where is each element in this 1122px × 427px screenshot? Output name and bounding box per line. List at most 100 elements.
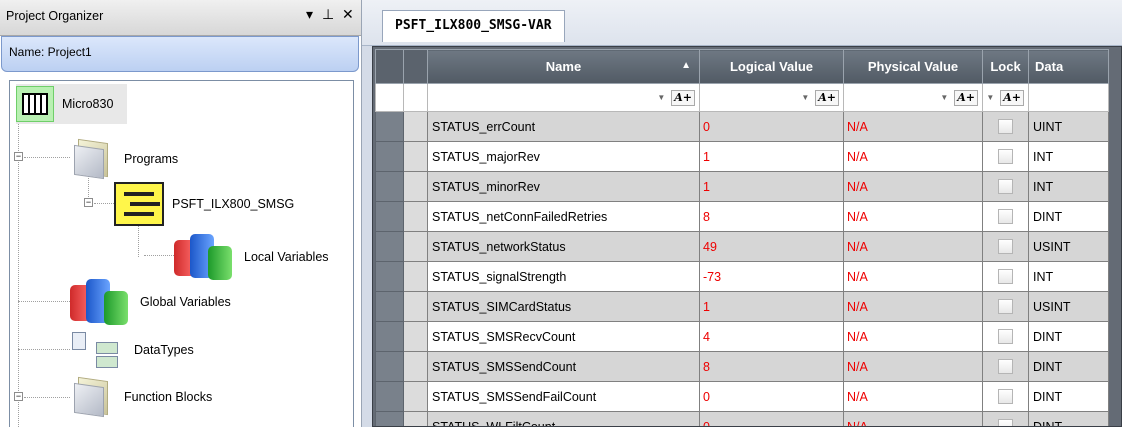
filter-icon[interactable]: A+ <box>815 89 839 106</box>
row-selector[interactable] <box>375 141 404 172</box>
tree-item-datatypes[interactable]: DataTypes <box>70 327 194 373</box>
cell-physical-value[interactable]: N/A <box>843 111 983 142</box>
lock-checkbox[interactable] <box>998 209 1013 225</box>
cell-datatype[interactable]: DINT <box>1028 351 1109 382</box>
filter-dropdown-icon[interactable]: ▼ <box>986 93 994 102</box>
lock-checkbox[interactable] <box>998 239 1013 255</box>
cell-logical-value[interactable]: 8 <box>699 201 844 232</box>
cell-datatype[interactable]: INT <box>1028 141 1109 172</box>
cell-name[interactable]: STATUS_minorRev <box>427 171 700 202</box>
tab-variables[interactable]: PSFT_ILX800_SMSG-VAR <box>382 10 565 42</box>
cell-datatype[interactable]: USINT <box>1028 231 1109 262</box>
lock-checkbox[interactable] <box>998 269 1013 285</box>
table-row[interactable]: STATUS_SMSSendFailCount 0 N/A DINT <box>375 381 1109 412</box>
row-selector[interactable] <box>375 111 404 142</box>
collapse-programs-icon[interactable]: − <box>14 152 23 161</box>
row-selector[interactable] <box>375 261 404 292</box>
dropdown-arrow-icon[interactable]: ▾ <box>306 6 313 23</box>
cell-datatype[interactable]: UINT <box>1028 111 1109 142</box>
table-row[interactable]: STATUS_errCount 0 N/A UINT <box>375 111 1109 142</box>
lock-checkbox[interactable] <box>998 359 1013 375</box>
lock-checkbox[interactable] <box>998 329 1013 345</box>
cell-datatype[interactable]: DINT <box>1028 321 1109 352</box>
column-header-datatype[interactable]: Data <box>1028 49 1109 84</box>
table-row[interactable]: STATUS_netConnFailedRetries 8 N/A DINT <box>375 201 1109 232</box>
cell-datatype[interactable]: USINT <box>1028 291 1109 322</box>
cell-physical-value[interactable]: N/A <box>843 201 983 232</box>
row-selector[interactable] <box>375 291 404 322</box>
tree-item-programs[interactable]: Programs <box>70 137 178 181</box>
cell-name[interactable]: STATUS_WLFiltCount <box>427 411 700 426</box>
cell-datatype[interactable]: DINT <box>1028 381 1109 412</box>
tree-item-controller[interactable]: Micro830 <box>16 84 128 124</box>
table-row[interactable]: STATUS_minorRev 1 N/A INT <box>375 171 1109 202</box>
cell-name[interactable]: STATUS_netConnFailedRetries <box>427 201 700 232</box>
cell-datatype[interactable]: INT <box>1028 261 1109 292</box>
cell-datatype[interactable]: DINT <box>1028 411 1109 426</box>
tree-item-program[interactable]: PSFT_ILX800_SMSG <box>114 181 294 227</box>
cell-logical-value[interactable]: 1 <box>699 171 844 202</box>
cell-logical-value[interactable]: 0 <box>699 411 844 426</box>
column-header-lock[interactable]: Lock <box>982 49 1029 84</box>
cell-physical-value[interactable]: N/A <box>843 411 983 426</box>
filter-icon[interactable]: A+ <box>1000 89 1024 106</box>
row-selector[interactable] <box>375 411 404 426</box>
row-selector[interactable] <box>375 201 404 232</box>
cell-logical-value[interactable]: 8 <box>699 351 844 382</box>
collapse-program-icon[interactable]: − <box>84 198 93 207</box>
filter-icon[interactable]: A+ <box>954 89 978 106</box>
cell-name[interactable]: STATUS_SMSSendCount <box>427 351 700 382</box>
table-row[interactable]: STATUS_SMSSendCount 8 N/A DINT <box>375 351 1109 382</box>
tree-item-global-variables[interactable]: Global Variables <box>70 277 231 327</box>
table-row[interactable]: STATUS_signalStrength -73 N/A INT <box>375 261 1109 292</box>
cell-name[interactable]: STATUS_majorRev <box>427 141 700 172</box>
filter-icon[interactable]: A+ <box>671 89 695 106</box>
tree-item-function-blocks[interactable]: Function Blocks <box>70 375 212 419</box>
table-row[interactable]: STATUS_SMSRecvCount 4 N/A DINT <box>375 321 1109 352</box>
cell-name[interactable]: STATUS_errCount <box>427 111 700 142</box>
filter-dropdown-icon[interactable]: ▼ <box>940 93 948 102</box>
cell-datatype[interactable]: INT <box>1028 171 1109 202</box>
lock-checkbox[interactable] <box>998 119 1013 135</box>
cell-physical-value[interactable]: N/A <box>843 141 983 172</box>
row-selector[interactable] <box>375 231 404 262</box>
cell-physical-value[interactable]: N/A <box>843 291 983 322</box>
cell-name[interactable]: STATUS_SIMCardStatus <box>427 291 700 322</box>
cell-logical-value[interactable]: 49 <box>699 231 844 262</box>
cell-physical-value[interactable]: N/A <box>843 381 983 412</box>
cell-name[interactable]: STATUS_networkStatus <box>427 231 700 262</box>
column-header-logical-value[interactable]: Logical Value <box>699 49 844 84</box>
table-row[interactable]: STATUS_WLFiltCount 0 N/A DINT <box>375 411 1109 426</box>
cell-name[interactable]: STATUS_signalStrength <box>427 261 700 292</box>
column-header-name[interactable]: Name ▲ <box>427 49 700 84</box>
filter-logical[interactable]: ▼ A+ <box>699 83 844 112</box>
filter-dropdown-icon[interactable]: ▼ <box>801 93 809 102</box>
table-row[interactable]: STATUS_majorRev 1 N/A INT <box>375 141 1109 172</box>
cell-datatype[interactable]: DINT <box>1028 201 1109 232</box>
collapse-function-blocks-icon[interactable]: − <box>14 392 23 401</box>
row-selector[interactable] <box>375 351 404 382</box>
row-selector[interactable] <box>375 171 404 202</box>
cell-logical-value[interactable]: 0 <box>699 111 844 142</box>
cell-name[interactable]: STATUS_SMSSendFailCount <box>427 381 700 412</box>
filter-lock[interactable]: ▼ A+ <box>982 83 1029 112</box>
lock-checkbox[interactable] <box>998 149 1013 165</box>
cell-physical-value[interactable]: N/A <box>843 261 983 292</box>
cell-physical-value[interactable]: N/A <box>843 351 983 382</box>
row-selector[interactable] <box>375 321 404 352</box>
lock-checkbox[interactable] <box>998 179 1013 195</box>
cell-logical-value[interactable]: 1 <box>699 141 844 172</box>
cell-logical-value[interactable]: -73 <box>699 261 844 292</box>
cell-logical-value[interactable]: 0 <box>699 381 844 412</box>
pin-icon[interactable]: ⊥ <box>322 6 334 23</box>
column-header-physical-value[interactable]: Physical Value <box>843 49 983 84</box>
cell-physical-value[interactable]: N/A <box>843 171 983 202</box>
tree-item-local-variables[interactable]: Local Variables <box>174 231 329 283</box>
cell-physical-value[interactable]: N/A <box>843 321 983 352</box>
table-row[interactable]: STATUS_SIMCardStatus 1 N/A USINT <box>375 291 1109 322</box>
cell-name[interactable]: STATUS_SMSRecvCount <box>427 321 700 352</box>
filter-physical[interactable]: ▼ A+ <box>843 83 983 112</box>
close-icon[interactable]: ✕ <box>342 6 354 23</box>
cell-logical-value[interactable]: 1 <box>699 291 844 322</box>
lock-checkbox[interactable] <box>998 419 1013 426</box>
